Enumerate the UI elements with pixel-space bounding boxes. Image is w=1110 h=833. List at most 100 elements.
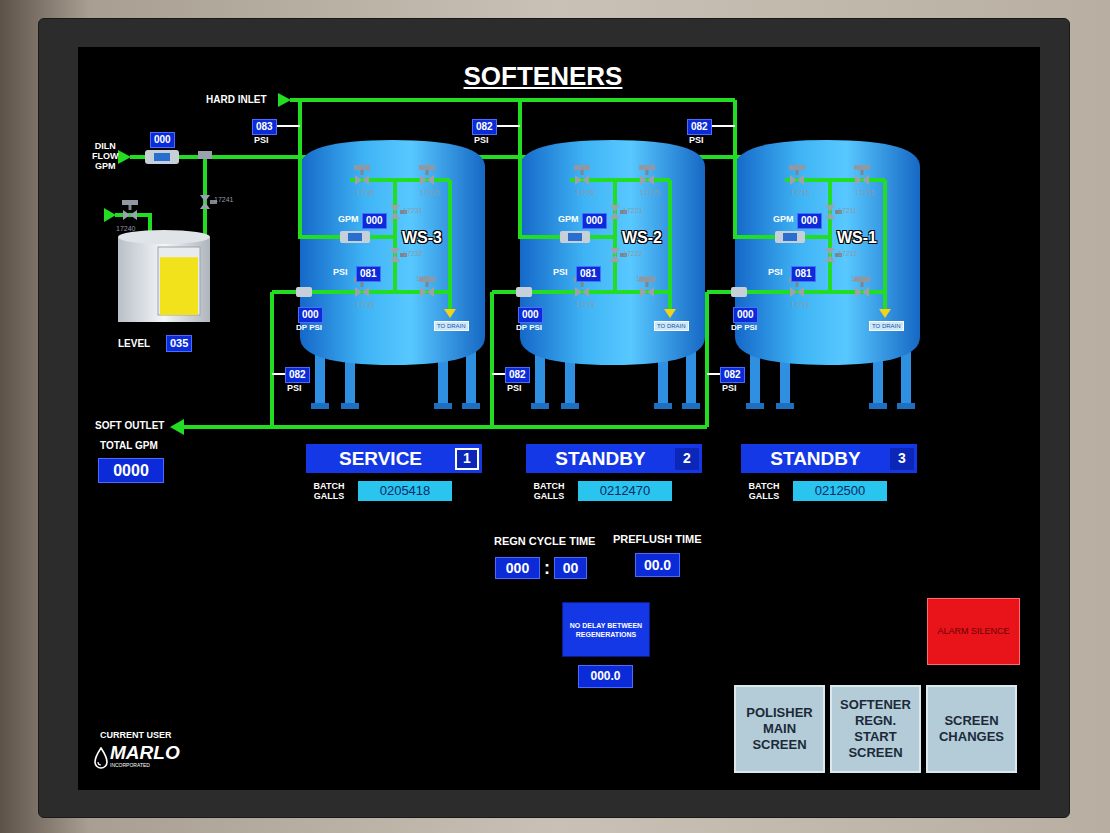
valve-tag: 17224 (636, 275, 655, 282)
softener-name: WS-3 (402, 230, 442, 246)
valve-tag: 17226 (575, 189, 594, 196)
valve-icon[interactable] (122, 200, 138, 220)
tank-drawing-icon (260, 47, 500, 790)
preflush-value: 00.0 (635, 553, 680, 577)
psi-label: PSI (768, 268, 783, 277)
dp-value: 000 (298, 307, 323, 323)
status-text: SERVICE (306, 449, 455, 468)
valve-icon[interactable] (854, 165, 870, 185)
batch-value: 0212470 (578, 481, 672, 501)
outlet-psi-value: 082 (505, 367, 530, 383)
status-number: 2 (675, 448, 699, 470)
valve-tag: 17234 (416, 275, 435, 282)
dilution-value: 000 (150, 132, 175, 148)
outlet-psi-label: PSI (722, 384, 737, 393)
hmi-screen: SOFTENERSHARD INLETDILNFLOWGPM0001724117… (78, 47, 1040, 790)
regen-cycle-label: REGN CYCLE TIME (494, 536, 595, 547)
softener-tank: 083PSIGPM000WS-3PSI081000DP PSI172361723… (300, 47, 490, 790)
inlet-psi-label: PSI (254, 136, 269, 145)
water-arrow-icon (104, 208, 116, 222)
alarm-silence-button[interactable]: ALARM SILENCE (927, 598, 1020, 665)
status-text: STANDBY (526, 449, 675, 468)
dp-meter-icon (516, 287, 532, 297)
valve-tag: 17233 (355, 301, 374, 308)
valve-tag: 17213 (790, 301, 809, 308)
outlet-arrow-icon (170, 419, 184, 435)
valve-tag: 17221 (623, 207, 642, 214)
nav-button-row: POLISHER MAIN SCREENSOFTENER REGN. START… (734, 685, 1017, 773)
outlet-psi-label: PSI (507, 384, 522, 393)
drain-arrow-icon (664, 309, 676, 318)
status-number: 3 (890, 448, 914, 470)
outlet-psi-label: PSI (287, 384, 302, 393)
psi-value: 081 (356, 266, 381, 282)
valve-icon[interactable] (419, 165, 435, 185)
drain-arrow-icon (879, 309, 891, 318)
inlet-psi-value: 083 (252, 119, 277, 135)
batch-value: 0205418 (358, 481, 452, 501)
nav-button[interactable]: SOFTENER REGN. START SCREEN (830, 685, 921, 773)
drain-label: TO DRAIN (434, 321, 469, 331)
level-label: LEVEL (118, 339, 150, 349)
flow-label: GPM (558, 215, 579, 224)
valve-tag: 17236 (355, 189, 374, 196)
dp-meter-icon (296, 287, 312, 297)
brine-tank-icon (118, 230, 210, 322)
dilution-label: DILNFLOWGPM (92, 141, 119, 171)
flow-meter-icon (560, 231, 590, 243)
valve-icon[interactable] (639, 165, 655, 185)
psi-value: 081 (576, 266, 601, 282)
softener-tank: 082PSIGPM000WS-1PSI081000DP PSI172161721… (735, 47, 925, 790)
inlet-psi-value: 082 (687, 119, 712, 135)
regen-seconds: 00 (554, 557, 587, 579)
valve-tag: 17222 (623, 250, 642, 257)
total-gpm-value: 0000 (98, 458, 164, 483)
valve-tag: 17223 (575, 301, 594, 308)
nav-button[interactable]: POLISHER MAIN SCREEN (734, 685, 825, 773)
dp-value: 000 (518, 307, 543, 323)
status-text: STANDBY (741, 449, 890, 468)
valve-tag: 17231 (403, 207, 422, 214)
valve-tag: 17225 (640, 189, 659, 196)
status-bar[interactable]: STANDBY2 (526, 444, 702, 473)
soft-outlet-label: SOFT OUTLET (95, 421, 164, 431)
softener-name: WS-2 (622, 230, 662, 246)
valve-icon[interactable] (574, 165, 590, 185)
softener-name: WS-1 (837, 230, 877, 246)
dp-meter-icon (731, 287, 747, 297)
level-value: 035 (166, 335, 192, 352)
dilution-flow-meter-icon (145, 150, 179, 164)
water-drop-icon (94, 747, 108, 769)
delay-button[interactable]: NO DELAY BETWEEN REGENERATIONS (562, 602, 650, 657)
valve-tag: 17215 (855, 189, 874, 196)
drain-arrow-icon (444, 309, 456, 318)
preflush-label: PREFLUSH TIME (613, 534, 702, 545)
regen-minutes: 000 (495, 557, 540, 579)
logo-name: MARLO (110, 743, 180, 762)
valve-tag: 17241 (214, 196, 233, 203)
valve-icon[interactable] (354, 165, 370, 185)
photo: SOFTENERSHARD INLETDILNFLOWGPM0001724117… (0, 0, 1110, 833)
flow-meter-icon (775, 231, 805, 243)
dilution-arrow-icon (118, 150, 131, 164)
status-bar[interactable]: SERVICE1 (306, 444, 482, 473)
nav-button[interactable]: SCREEN CHANGES (926, 685, 1017, 773)
dp-value: 000 (733, 307, 758, 323)
outlet-psi-value: 082 (720, 367, 745, 383)
total-gpm-label: TOTAL GPM (100, 441, 158, 451)
flow-value: 000 (797, 213, 822, 229)
status-bar[interactable]: STANDBY3 (741, 444, 917, 473)
valve-tag: 17216 (790, 189, 809, 196)
flow-value: 000 (582, 213, 607, 229)
status-number: 1 (455, 448, 479, 470)
batch-label: BATCH GALLS (308, 481, 350, 501)
drain-label: TO DRAIN (654, 321, 689, 331)
valve-icon[interactable] (789, 165, 805, 185)
batch-label: BATCH GALLS (528, 481, 570, 501)
marlo-logo: MARLOINCORPORATED (94, 743, 180, 769)
psi-label: PSI (333, 268, 348, 277)
tank-drawing-icon (695, 47, 935, 790)
inlet-psi-label: PSI (474, 136, 489, 145)
batch-value: 0212500 (793, 481, 887, 501)
outlet-psi-value: 082 (285, 367, 310, 383)
